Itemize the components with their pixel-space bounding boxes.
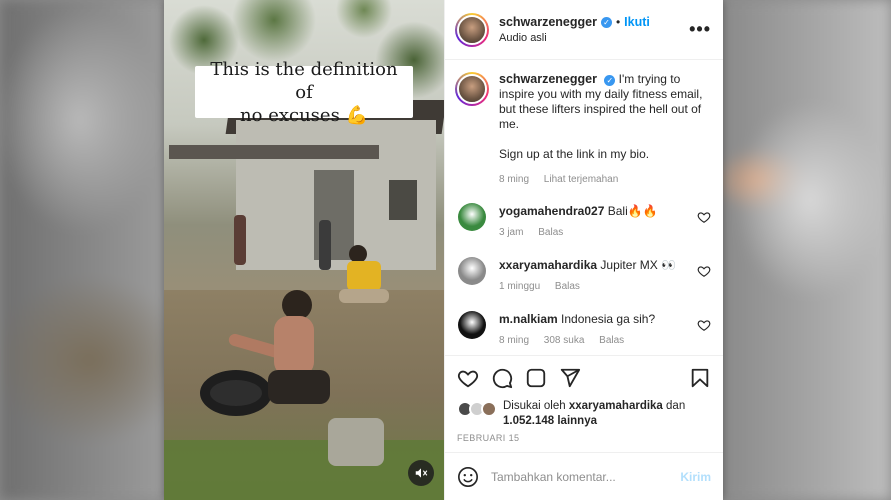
author-avatar[interactable] [455,72,489,106]
video-stone [328,418,384,466]
video-grass [164,440,444,500]
heart-icon[interactable] [457,367,479,389]
more-options-button[interactable]: ••• [689,19,711,40]
post-comment-button[interactable]: Kirim [680,470,711,484]
share-icon[interactable] [559,367,581,389]
reply-button[interactable]: Balas [538,227,563,238]
comment-likes[interactable]: 308 suka [544,335,585,346]
commenter-username[interactable]: xxaryamahardika [499,258,597,272]
likes-summary: Disukai oleh xxaryamahardika dan 1.052.1… [445,399,723,429]
post-panel: schwarzenegger ✓ • Ikuti Audio asli ••• … [444,0,723,500]
comment-time[interactable]: 1 minggu [499,281,540,292]
bookmark-icon[interactable] [689,367,711,389]
likes-count[interactable]: 1.052.148 lainnya [503,415,597,427]
caption-text-2: Sign up at the link in my bio. [499,147,650,161]
repost-icon[interactable] [525,367,547,389]
comment-icon[interactable] [491,367,513,389]
comment-item: xxaryamahardika Jupiter MX 👀 1 minggu Ba… [455,257,711,295]
comment-text: Bali🔥🔥 [607,204,658,218]
comment-time[interactable]: 8 ming [499,335,529,346]
heart-icon[interactable] [697,264,711,278]
mute-button[interactable] [408,460,434,486]
post-caption: schwarzenegger ✓ I'm trying to inspire y… [455,72,711,187]
caption-line-1: This is the definition of [210,58,398,103]
caption-line-2: no excuses 💪 [240,104,368,126]
follow-button[interactable]: Ikuti [624,15,650,29]
likes-prefix: Disukai oleh [503,400,569,412]
liker-avatars [457,401,499,417]
audio-link[interactable]: Audio asli [499,32,689,44]
author-username[interactable]: schwarzenegger [499,15,597,29]
translate-link[interactable]: Lihat terjemahan [544,174,619,185]
caption-username[interactable]: schwarzenegger [499,72,597,86]
mute-icon [415,468,428,478]
video-person-lifter [227,290,344,410]
separator-dot: • [615,15,621,29]
verified-icon: ✓ [604,75,616,86]
comment-item: m.nalkiam Indonesia ga sih? 8 ming 308 s… [455,311,711,349]
heart-icon[interactable] [697,318,711,332]
comment-text: Jupiter MX 👀 [600,258,677,272]
commenter-avatar[interactable] [458,311,486,339]
post-header: schwarzenegger ✓ • Ikuti Audio asli ••• [445,0,723,60]
likes-middle: dan [662,400,686,412]
comment-text: Indonesia ga sih? [561,312,656,326]
heart-icon[interactable] [697,210,711,224]
video-bg-person [234,215,246,265]
action-bar [445,355,723,399]
caption-time[interactable]: 8 ming [499,174,529,185]
comment-time[interactable]: 3 jam [499,227,523,238]
post-date[interactable]: FEBRUARI 15 [445,429,723,443]
likes-user[interactable]: xxaryamahardika [569,400,663,412]
comment-item: yogamahendra027 Bali🔥🔥 3 jam Balas [455,203,711,241]
commenter-avatar[interactable] [458,203,486,231]
video-caption: This is the definition of no excuses 💪 [195,59,413,126]
video-porch [169,145,379,159]
reply-button[interactable]: Balas [599,335,624,346]
comments-area: schwarzenegger ✓ I'm trying to inspire y… [445,60,723,355]
post-modal: This is the definition of no excuses 💪 s… [164,0,723,500]
comment-input[interactable] [491,469,681,484]
commenter-username[interactable]: m.nalkiam [499,312,558,326]
post-video[interactable]: This is the definition of no excuses 💪 [164,0,444,500]
video-bg-person [319,220,331,270]
commenter-avatar[interactable] [458,257,486,285]
reply-button[interactable]: Balas [555,281,580,292]
video-window [389,180,417,220]
commenter-username[interactable]: yogamahendra027 [499,204,604,218]
video-person-yellow [339,245,399,325]
add-comment-bar: Kirim [445,452,723,500]
verified-icon: ✓ [600,16,612,28]
author-avatar[interactable] [455,12,489,47]
emoji-icon[interactable] [457,466,479,488]
